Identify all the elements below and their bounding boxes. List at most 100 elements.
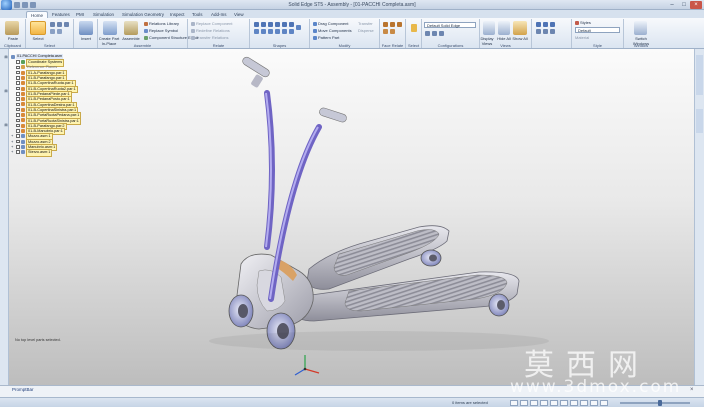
- scooter-model[interactable]: [9, 49, 694, 385]
- front-wheel-left[interactable]: [228, 294, 254, 328]
- view-orient-icon-2[interactable]: [543, 22, 548, 27]
- cut-shape-icon[interactable]: [254, 29, 259, 34]
- window-title: Solid Edge ST5 - Assembly - [01-PACCHI C…: [288, 2, 416, 8]
- select-tools-icon[interactable]: [411, 24, 417, 32]
- replace-symbol-item[interactable]: Replace Symbol: [144, 28, 178, 33]
- view-orient-icon-1[interactable]: [536, 22, 541, 27]
- style-select[interactable]: Default: [575, 27, 620, 33]
- tab-add-ins[interactable]: Add-Ins: [207, 11, 231, 18]
- status-tool-icon-9[interactable]: [590, 400, 598, 406]
- hole-shape-icon[interactable]: [282, 22, 287, 27]
- move-components-icon: [313, 29, 317, 33]
- drag-component-item[interactable]: Drag Component: [313, 21, 348, 26]
- view-orient-icon-4[interactable]: [536, 29, 541, 34]
- configuration-select[interactable]: Default Solid Edge: [424, 22, 476, 28]
- view-orient-icon-6[interactable]: [550, 29, 555, 34]
- face-relate-icon-5[interactable]: [390, 29, 395, 34]
- box-shape-icon[interactable]: [254, 22, 259, 27]
- front-deck-wheel[interactable]: [488, 293, 510, 317]
- loft-shape-icon[interactable]: [261, 29, 266, 34]
- move-components-item[interactable]: Move Components: [313, 28, 352, 33]
- rotate-icon[interactable]: [50, 29, 55, 34]
- close-icon[interactable]: ×: [690, 1, 702, 9]
- status-tool-icon-4[interactable]: [540, 400, 548, 406]
- zoom-icon[interactable]: [57, 29, 62, 34]
- config-icon-2[interactable]: [432, 31, 437, 36]
- round-shape-icon[interactable]: [268, 29, 273, 34]
- pattern-shape-icon[interactable]: [289, 29, 294, 34]
- config-icon-1[interactable]: [425, 31, 430, 36]
- extrude-shape-icon[interactable]: [268, 22, 273, 27]
- select-tool-icon[interactable]: [30, 21, 46, 35]
- status-tool-icon-10[interactable]: [600, 400, 608, 406]
- display-views-icon[interactable]: [483, 21, 495, 35]
- zoom-slider[interactable]: [620, 400, 690, 406]
- redefine-relations-item[interactable]: Redefine Relations: [191, 28, 230, 33]
- status-tool-icon-2[interactable]: [520, 400, 528, 406]
- cylinder-shape-icon[interactable]: [261, 22, 266, 27]
- group-face-relate: Face Relate: [380, 19, 406, 48]
- rear-deck-wheel[interactable]: [420, 249, 442, 267]
- status-tool-icon-6[interactable]: [560, 400, 568, 406]
- zoom-slider-thumb[interactable]: [658, 400, 662, 406]
- status-tool-icon-1[interactable]: [510, 400, 518, 406]
- tab-features[interactable]: Features: [48, 11, 74, 18]
- pan-icon[interactable]: [64, 22, 69, 27]
- layers-tab[interactable]: ▤: [1, 123, 8, 127]
- tab-tools[interactable]: Tools: [188, 11, 207, 18]
- view-orient-icon-3[interactable]: [550, 22, 555, 27]
- assemble-icon[interactable]: [124, 21, 138, 35]
- replace-component-item[interactable]: Replace Component: [191, 21, 232, 26]
- transfer-relations-icon: [191, 36, 195, 40]
- sweep-shape-icon[interactable]: [289, 22, 294, 27]
- paste-icon[interactable]: [5, 21, 19, 35]
- select-group-label: Select: [43, 43, 56, 48]
- views-group-label: Views: [500, 43, 511, 48]
- create-part-icon[interactable]: [103, 21, 117, 35]
- pattern-part-icon: [313, 36, 317, 40]
- status-tool-icon-3[interactable]: [530, 400, 538, 406]
- tab-simulation[interactable]: Simulation: [89, 11, 118, 18]
- 3d-viewport[interactable]: 01-PACCHI Completa.asm Coordinate System…: [9, 49, 694, 385]
- tab-home[interactable]: Home: [26, 11, 49, 18]
- parts-library-tab[interactable]: ▤: [1, 89, 8, 93]
- face-relate-icon-3[interactable]: [397, 22, 402, 27]
- tab-pmi[interactable]: PMI: [72, 11, 88, 18]
- config-icon-3[interactable]: [439, 31, 444, 36]
- relations-library-item[interactable]: Relations Library: [144, 21, 179, 26]
- disperse-item[interactable]: Disperse: [358, 28, 374, 33]
- face-relate-icon-4[interactable]: [383, 29, 388, 34]
- status-tool-icon-5[interactable]: [550, 400, 558, 406]
- handlebar-left[interactable]: [241, 56, 275, 250]
- minimize-icon[interactable]: –: [666, 1, 678, 9]
- transfer-item[interactable]: Transfer: [358, 21, 373, 26]
- material-item[interactable]: Material: [575, 35, 589, 40]
- face-relate-icon-1[interactable]: [383, 22, 388, 27]
- hide-all-icon[interactable]: [498, 21, 510, 35]
- styles-item[interactable]: Styles: [575, 20, 591, 25]
- pattern-part-item[interactable]: Pattern Part: [313, 35, 339, 40]
- right-tab-2[interactable]: [696, 109, 703, 133]
- tab-simulation-geometry[interactable]: Simulation Geometry: [118, 11, 168, 18]
- fit-icon[interactable]: [57, 22, 62, 27]
- transfer-relations-item[interactable]: Transfer Relations: [191, 35, 229, 40]
- face-relate-icon-2[interactable]: [390, 22, 395, 27]
- switch-windows-icon[interactable]: [634, 21, 647, 35]
- status-tool-icon-8[interactable]: [580, 400, 588, 406]
- insert-component-icon[interactable]: [79, 21, 93, 35]
- view-orient-icon-5[interactable]: [543, 29, 548, 34]
- chamfer-shape-icon[interactable]: [275, 29, 280, 34]
- status-tool-icon-7[interactable]: [570, 400, 578, 406]
- tab-inspect[interactable]: Inspect: [166, 11, 189, 18]
- maximize-icon[interactable]: □: [678, 1, 690, 9]
- show-all-icon[interactable]: [513, 21, 527, 35]
- prompt-bar-close-icon[interactable]: ×: [690, 387, 694, 393]
- zoom-area-icon[interactable]: [50, 22, 55, 27]
- right-tab-1[interactable]: [696, 55, 703, 95]
- redefine-relations-label: Redefine Relations: [196, 28, 230, 33]
- pathfinder-tab[interactable]: ▤: [1, 55, 8, 59]
- mirror-shape-icon[interactable]: [282, 29, 287, 34]
- revolve-shape-icon[interactable]: [275, 22, 280, 27]
- more-shapes-icon[interactable]: [296, 25, 301, 30]
- tab-view[interactable]: View: [230, 11, 248, 18]
